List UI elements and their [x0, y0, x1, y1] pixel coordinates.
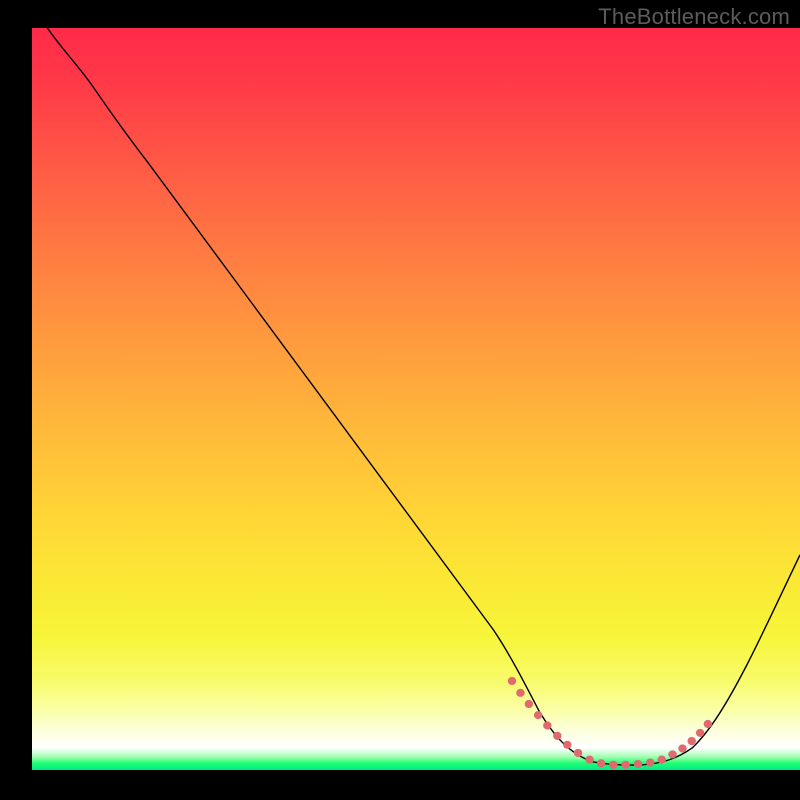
- main-curve: [47, 28, 800, 765]
- chart-frame: TheBottleneck.com: [0, 0, 800, 800]
- plot-area: [32, 28, 800, 770]
- watermark-text: TheBottleneck.com: [598, 4, 790, 30]
- chart-svg: [32, 28, 800, 770]
